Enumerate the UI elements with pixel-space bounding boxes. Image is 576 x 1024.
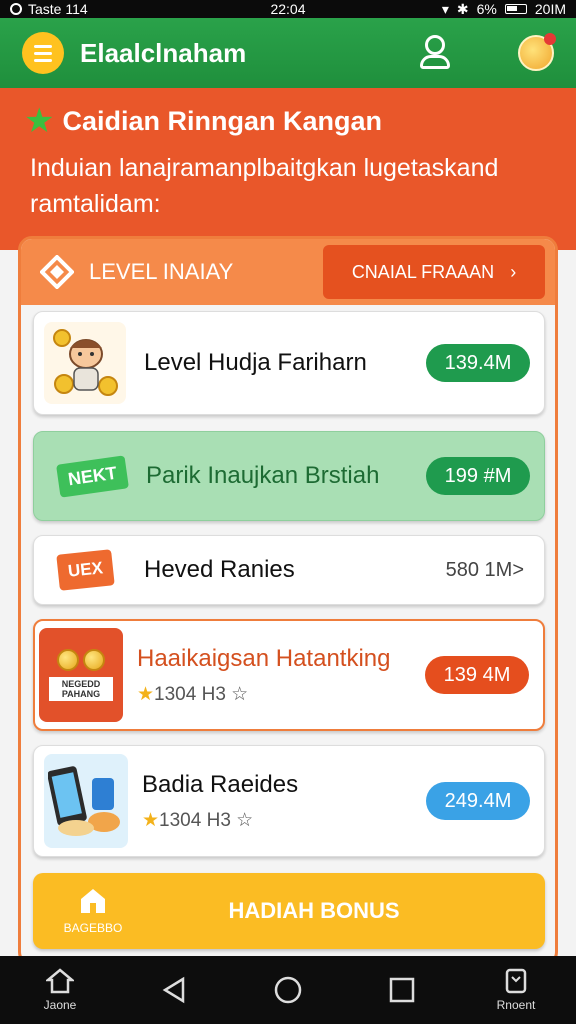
phone-icon — [44, 754, 128, 848]
value-text[interactable]: 580 1M> — [446, 559, 524, 582]
status-bar: Taste 114 22:04 ▾ ✱ 6% 20IM — [0, 0, 576, 18]
tag-label: UEX — [55, 549, 115, 591]
panel-title: LEVEL INAIAY — [89, 259, 234, 284]
value-badge[interactable]: 139 4M — [425, 656, 529, 694]
home-icon — [46, 968, 74, 994]
app-header: Elaalclnaham — [0, 18, 576, 88]
bonus-icon-label: BAGEBBO — [63, 921, 123, 935]
bluetooth-icon: ✱ — [456, 0, 469, 17]
banner-title: Caidian Rinngan Kangan — [62, 105, 383, 136]
ticket-icon: NEKT — [44, 435, 140, 517]
card-title: Level Hudja Fariharn — [144, 349, 367, 376]
bonus-label: HADIAH BONUS — [228, 898, 400, 923]
level-panel: LEVEL INAIAY CNAIAL FRAAAN › Level Hudja… — [18, 236, 558, 966]
nav-home[interactable]: Jaone — [28, 968, 92, 1012]
status-right-text: 20IM — [534, 1, 566, 17]
character-icon — [44, 322, 126, 404]
list-item[interactable]: Level Hudja Fariharn 139.4M — [33, 311, 545, 415]
wifi-icon: ▾ — [441, 0, 449, 17]
bonus-icon-area: BAGEBBO — [33, 887, 153, 935]
square-icon — [389, 977, 415, 1003]
value-badge[interactable]: 199 #M — [426, 457, 530, 495]
list-item[interactable]: NEKT Parik Inaujkan Brstiah 199 #M — [33, 431, 545, 521]
star-icon: ★ — [24, 102, 55, 140]
banner-description: Induian lanajramanplbaitgkan lugetaskand… — [30, 154, 499, 218]
nav-home-label: Jaone — [43, 998, 77, 1012]
card-title: Badia Raeides — [142, 770, 299, 798]
value-badge[interactable]: 139.4M — [426, 344, 530, 382]
chevron-right-icon: › — [510, 261, 517, 282]
ticket-label: NEKT — [55, 454, 129, 498]
nav-back[interactable] — [142, 976, 206, 1004]
promo-label: NEGEDD PAHANG — [49, 677, 113, 701]
value-badge[interactable]: 249.4M — [426, 782, 530, 820]
panel-action-label: CNAIAL FRAAAN — [351, 261, 495, 282]
menu-button[interactable] — [22, 32, 64, 74]
nav-right[interactable]: Rnoent — [484, 968, 548, 1012]
battery-icon — [504, 4, 527, 14]
notification-icon — [10, 3, 22, 15]
card-subtitle: ★1304 H3 ☆ — [142, 809, 254, 831]
banner: ★ Caidian Rinngan Kangan Induian lanajra… — [0, 88, 576, 250]
list-item[interactable]: NEGEDD PAHANG Haaikaigsan Hatantking ★13… — [33, 619, 545, 731]
status-left-text: Taste 114 — [28, 1, 88, 17]
status-time: 22:04 — [270, 1, 306, 17]
star-icon: ★ — [137, 683, 155, 705]
card-subtitle: ★1304 H3 ☆ — [137, 683, 249, 705]
star-icon: ★ — [142, 809, 160, 831]
tag-icon: UEX — [44, 540, 126, 600]
bonus-button[interactable]: BAGEBBO HADIAH BONUS — [33, 873, 545, 949]
back-icon — [162, 976, 185, 1004]
battery-percent: 6% — [476, 1, 497, 17]
panel-action-button[interactable]: CNAIAL FRAAAN › — [323, 245, 545, 299]
card-title: Haaikaigsan Hatantking — [137, 644, 391, 672]
promo-icon: NEGEDD PAHANG — [39, 628, 123, 722]
nav-recents[interactable] — [370, 976, 434, 1004]
circle-icon — [274, 976, 302, 1004]
nav-right-label: Rnoent — [496, 998, 536, 1012]
navigation-bar: Jaone Rnoent — [0, 956, 576, 1024]
list-item[interactable]: Badia Raeides ★1304 H3 ☆ 249.4M — [33, 745, 545, 857]
level-icon — [39, 254, 75, 290]
home-icon — [79, 887, 107, 915]
nav-home-circle[interactable] — [256, 975, 320, 1005]
user-icon[interactable] — [416, 33, 456, 73]
menu-icon — [34, 44, 52, 48]
card-title: Parik Inaujkan Brstiah — [146, 462, 380, 489]
mascot-icon[interactable] — [518, 33, 556, 71]
list-item[interactable]: UEX Heved Ranies 580 1M> — [33, 535, 545, 605]
panel-header: LEVEL INAIAY CNAIAL FRAAAN › — [21, 239, 555, 305]
app-title: Elaalclnaham — [80, 37, 247, 68]
bookmark-icon — [505, 968, 527, 994]
card-title: Heved Ranies — [144, 556, 295, 583]
